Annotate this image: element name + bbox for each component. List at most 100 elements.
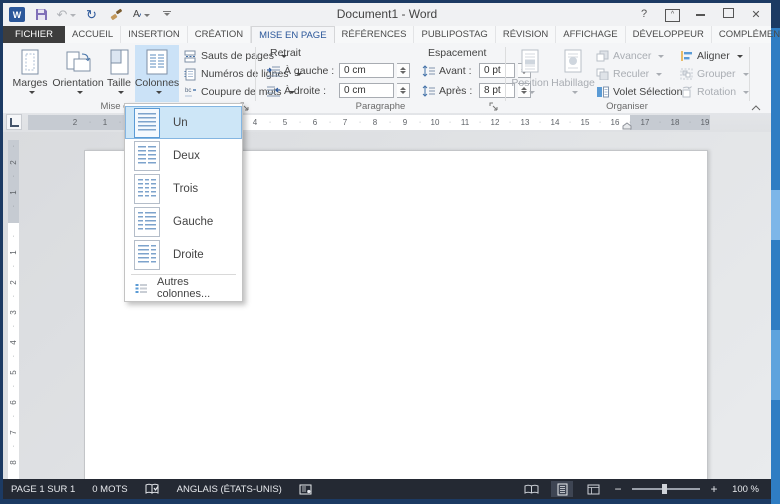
ruler-mark: 2 bbox=[9, 157, 18, 168]
menu-item-right-column[interactable]: Droite bbox=[125, 238, 242, 271]
margins-button[interactable]: Marges bbox=[8, 45, 52, 102]
tab-developpeur[interactable]: DÉVELOPPEUR bbox=[626, 26, 712, 43]
ruler-mark: · bbox=[539, 115, 541, 130]
menu-item-left-column[interactable]: Gauche bbox=[125, 205, 242, 238]
selection-pane-button[interactable]: Volet Sélection bbox=[596, 84, 682, 100]
chevron-down-icon bbox=[77, 91, 83, 97]
ruler-mark: 1 bbox=[9, 247, 18, 258]
ruler-mark: 8 bbox=[373, 115, 377, 130]
tab-publipostage[interactable]: PUBLIPOSTAG bbox=[414, 26, 495, 43]
status-right: − + 100 % bbox=[520, 481, 771, 497]
indent-right-input[interactable]: 0 cm bbox=[339, 83, 394, 98]
columns-two-icon bbox=[134, 141, 160, 171]
chevron-down-icon bbox=[656, 73, 662, 79]
ruler-mark: 6 bbox=[9, 397, 18, 408]
ruler-mark: · bbox=[8, 203, 19, 210]
tab-fichier[interactable]: FICHIER bbox=[3, 26, 65, 43]
tab-creation[interactable]: CRÉATION bbox=[188, 26, 251, 43]
svg-text:bc: bc bbox=[185, 88, 191, 94]
menu-item-three-columns[interactable]: Trois bbox=[125, 172, 242, 205]
ruler-mark: 7 bbox=[343, 115, 347, 130]
restore-icon[interactable] bbox=[721, 8, 735, 21]
ruler-mark: 15 bbox=[581, 115, 590, 130]
align-button[interactable]: Aligner bbox=[680, 48, 743, 64]
minimize-icon[interactable] bbox=[693, 8, 707, 20]
ruler-mark: 17 bbox=[641, 115, 650, 130]
columns-button[interactable]: Colonnes bbox=[135, 45, 179, 102]
tab-mise-en-page[interactable]: MISE EN PAGE bbox=[251, 26, 334, 43]
ruler-mark: · bbox=[269, 115, 271, 130]
spacing-before-label: Avant : bbox=[439, 65, 476, 77]
zoom-in-button[interactable]: + bbox=[709, 482, 719, 496]
group-objects-button[interactable]: Grouper bbox=[680, 66, 749, 82]
window-right-border bbox=[771, 0, 780, 504]
status-bar: PAGE 1 SUR 1 0 MOTS ANGLAIS (ÉTATS-UNIS)… bbox=[3, 479, 771, 499]
collapse-ribbon-icon[interactable] bbox=[751, 105, 761, 111]
ruler-mark: · bbox=[629, 115, 631, 130]
orientation-button[interactable]: Orientation bbox=[53, 45, 103, 102]
rotate-button[interactable]: Rotation bbox=[680, 84, 749, 100]
menu-item-more-columns[interactable]: Autres colonnes... bbox=[125, 278, 242, 298]
print-layout-icon[interactable] bbox=[551, 481, 573, 497]
ruler-mark: · bbox=[419, 115, 421, 130]
columns-right-icon bbox=[134, 240, 160, 270]
indent-right-label: À droite : bbox=[284, 85, 336, 97]
ruler-mark: · bbox=[479, 115, 481, 130]
zoom-level[interactable]: 100 % bbox=[732, 484, 759, 495]
columns-icon bbox=[145, 47, 169, 77]
spacing-after-icon bbox=[422, 85, 436, 97]
group-objects-icon bbox=[680, 68, 693, 80]
ruler-mark: · bbox=[689, 115, 691, 130]
indent-left-stepper[interactable] bbox=[397, 63, 410, 78]
size-button[interactable]: Taille bbox=[104, 45, 134, 102]
tab-revision[interactable]: RÉVISION bbox=[496, 26, 556, 43]
tab-insertion[interactable]: INSERTION bbox=[121, 26, 188, 43]
ruler-mark: · bbox=[8, 143, 19, 150]
chevron-down-icon bbox=[658, 55, 664, 61]
help-icon[interactable]: ? bbox=[637, 8, 651, 20]
ruler-mark: · bbox=[509, 115, 511, 130]
ruler-mark: 8 bbox=[9, 457, 18, 468]
indent-left-input[interactable]: 0 cm bbox=[339, 63, 394, 78]
close-icon[interactable]: ✕ bbox=[749, 8, 763, 21]
tab-references[interactable]: RÉFÉRENCES bbox=[335, 26, 415, 43]
columns-left-icon bbox=[134, 207, 160, 237]
proofing-icon[interactable] bbox=[145, 483, 160, 495]
position-button[interactable]: Position bbox=[510, 45, 550, 102]
zoom-slider-thumb[interactable] bbox=[662, 484, 667, 494]
ribbon-display-options-icon[interactable]: ^ bbox=[665, 7, 679, 22]
read-mode-icon[interactable] bbox=[520, 481, 542, 497]
dialog-launcher-icon[interactable] bbox=[489, 102, 499, 112]
ruler-mark: · bbox=[659, 115, 661, 130]
wrap-text-button[interactable]: Habillage bbox=[551, 45, 595, 102]
word-count-status[interactable]: 0 MOTS bbox=[92, 484, 127, 495]
ruler-mark: 4 bbox=[253, 115, 257, 130]
send-backward-button[interactable]: Reculer bbox=[596, 66, 662, 82]
rotate-icon bbox=[680, 86, 693, 98]
ruler-mark: · bbox=[599, 115, 601, 130]
ruler-mark: · bbox=[8, 263, 19, 270]
language-status[interactable]: ANGLAIS (ÉTATS-UNIS) bbox=[177, 484, 282, 495]
bring-forward-button[interactable]: Avancer bbox=[596, 48, 664, 64]
page-count-status[interactable]: PAGE 1 SUR 1 bbox=[11, 484, 75, 495]
web-layout-icon[interactable] bbox=[582, 481, 604, 497]
ribbon-tab-row: FICHIER ACCUEIL INSERTION CRÉATION MISE … bbox=[3, 26, 771, 43]
chevron-down-icon bbox=[29, 91, 35, 97]
ruler-mark: · bbox=[8, 293, 19, 300]
tab-accueil[interactable]: ACCUEIL bbox=[65, 26, 121, 43]
indent-right-stepper[interactable] bbox=[397, 83, 410, 98]
zoom-slider[interactable] bbox=[632, 488, 700, 490]
ruler-mark: · bbox=[299, 115, 301, 130]
zoom-out-button[interactable]: − bbox=[613, 482, 623, 496]
macro-record-icon[interactable] bbox=[299, 484, 312, 495]
group-label-arrange: Organiser bbox=[506, 101, 748, 113]
tab-complement[interactable]: COMPLÉMENT bbox=[712, 26, 780, 43]
menu-item-two-columns[interactable]: Deux bbox=[125, 139, 242, 172]
tab-selector[interactable] bbox=[6, 114, 22, 130]
tab-affichage[interactable]: AFFICHAGE bbox=[556, 26, 625, 43]
menu-item-one-column[interactable]: Un bbox=[125, 106, 242, 139]
selection-pane-icon bbox=[596, 86, 609, 98]
document-canvas[interactable] bbox=[3, 132, 771, 479]
ruler-mark: · bbox=[89, 115, 91, 130]
horizontal-ruler: 2112345678910111213141516171819·········… bbox=[3, 113, 771, 132]
